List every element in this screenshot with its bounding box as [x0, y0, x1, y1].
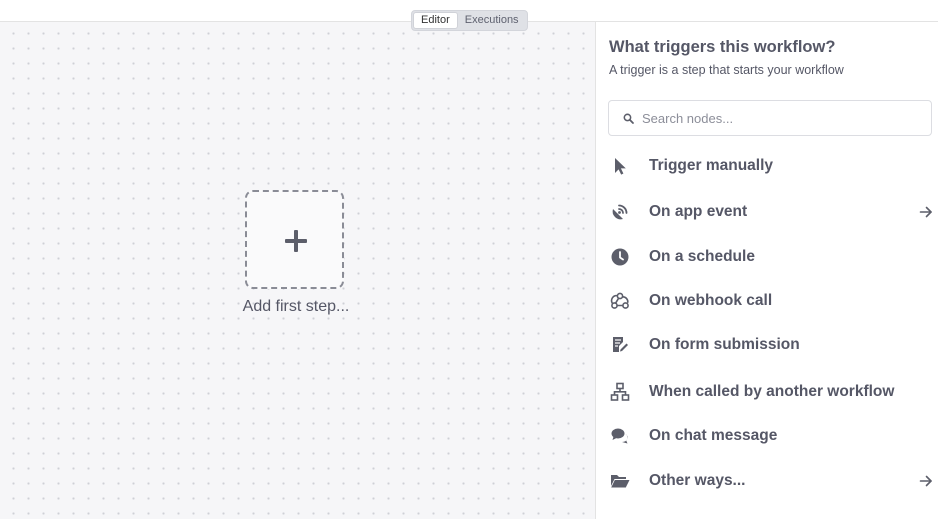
form-icon — [609, 335, 631, 355]
cursor-icon — [609, 156, 631, 176]
trigger-item-label: Other ways... — [649, 472, 746, 489]
workflow-canvas[interactable]: Add first step... — [0, 22, 595, 519]
trigger-item-label: On webhook call — [649, 292, 773, 309]
trigger-item-schedule[interactable]: On a schedule — [596, 237, 938, 277]
view-tabs: Editor Executions — [411, 10, 528, 31]
app-root: Editor Executions Add first step... What… — [0, 0, 938, 519]
search-icon — [623, 113, 634, 124]
trigger-panel: What triggers this workflow? A trigger i… — [595, 22, 938, 519]
trigger-item-label: Trigger manually — [649, 157, 774, 174]
trigger-item-label: On chat message — [649, 427, 778, 444]
arrow-right-icon — [919, 475, 932, 487]
trigger-item-label: On app event — [649, 203, 748, 220]
trigger-item-webhook[interactable]: On webhook call — [596, 281, 938, 321]
trigger-item-label: On form submission — [649, 336, 800, 353]
trigger-item-label: On a schedule — [649, 248, 755, 265]
sitemap-icon — [609, 382, 631, 402]
panel-subtitle: A trigger is a step that starts your wor… — [609, 63, 844, 77]
arrow-right-icon — [919, 206, 932, 218]
tab-executions[interactable]: Executions — [458, 12, 526, 29]
trigger-item-form[interactable]: On form submission — [596, 325, 938, 365]
folder-open-icon — [609, 471, 631, 491]
trigger-item-other[interactable]: Other ways... — [596, 461, 938, 501]
chat-icon — [609, 426, 631, 446]
trigger-item-sub-workflow[interactable]: When called by another workflow — [596, 372, 938, 412]
webhook-icon — [609, 291, 631, 311]
tab-editor[interactable]: Editor — [413, 12, 458, 29]
add-first-step-label[interactable]: Add first step... — [214, 298, 378, 316]
panel-title: What triggers this workflow? — [609, 38, 836, 56]
search-input[interactable] — [642, 110, 922, 126]
clock-icon — [609, 247, 631, 267]
trigger-item-label: When called by another workflow — [649, 383, 895, 400]
satellite-dish-icon — [609, 202, 631, 222]
trigger-item-manual[interactable]: Trigger manually — [596, 146, 938, 186]
add-first-step-button[interactable] — [245, 190, 344, 289]
trigger-item-chat[interactable]: On chat message — [596, 416, 938, 456]
plus-icon — [285, 230, 307, 252]
search-box[interactable] — [608, 100, 932, 136]
trigger-item-app-event[interactable]: On app event — [596, 192, 938, 232]
